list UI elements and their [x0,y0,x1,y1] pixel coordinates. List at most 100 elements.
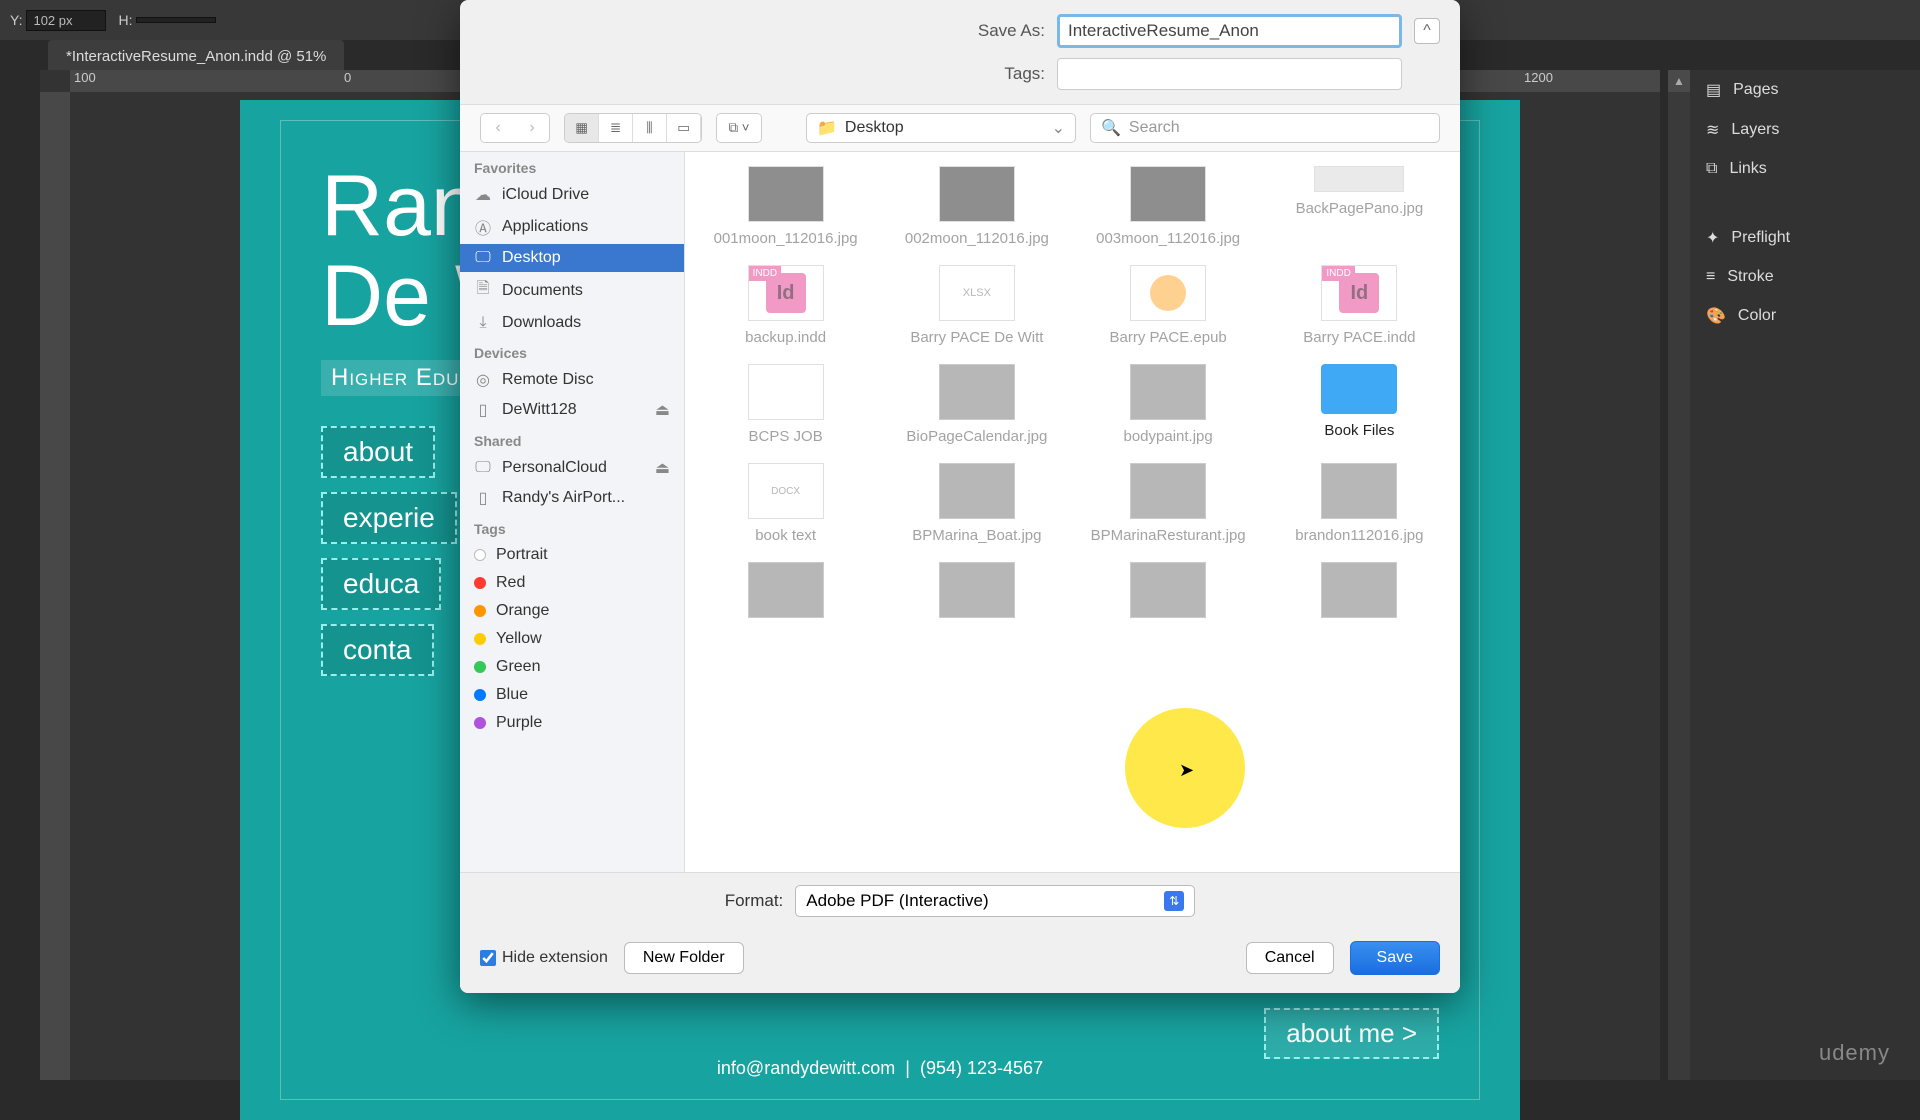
file-name: 003moon_112016.jpg [1096,230,1240,247]
group-button[interactable]: ⧉ ˅ [717,114,761,142]
file-thumbnail: DOCX [748,463,824,519]
format-dropdown[interactable]: Adobe PDF (Interactive) ⇅ [795,885,1195,917]
file-item[interactable]: BCPS JOB [695,364,876,445]
panel-stroke[interactable]: ≡Stroke [1690,258,1920,296]
file-item[interactable]: bodypaint.jpg [1078,364,1259,445]
collapse-button[interactable]: ^ [1414,18,1440,44]
scrollbar-vertical[interactable]: ▲ [1668,70,1690,1080]
file-item[interactable] [695,562,876,626]
file-item[interactable]: 002moon_112016.jpg [886,166,1067,247]
file-item[interactable]: brandon112016.jpg [1269,463,1450,544]
file-name: Barry PACE.indd [1303,329,1415,346]
udemy-watermark: udemy [1819,1040,1890,1066]
tag-dot-icon [474,717,486,729]
downloads-icon: ⤓ [474,314,492,332]
file-item[interactable]: 003moon_112016.jpg [1078,166,1259,247]
sidebar-documents[interactable]: 🗎Documents [460,272,684,309]
save-button[interactable]: Save [1350,941,1440,975]
eject-icon[interactable]: ⏏ [655,458,670,478]
sidebar-dewitt128[interactable]: ▯DeWitt128⏏ [460,395,684,425]
file-item[interactable]: BPMarinaResturant.jpg [1078,463,1259,544]
file-item[interactable]: Barry PACE.epub [1078,265,1259,346]
sidebar-icloud[interactable]: ☁︎iCloud Drive [460,180,684,210]
nav-experience[interactable]: experie [321,492,457,544]
tag-label: Portrait [496,546,548,564]
file-name: Book Files [1324,422,1394,439]
hide-extension-checkbox[interactable]: Hide extension [480,949,608,967]
eject-icon[interactable]: ⏏ [655,400,670,420]
nav-education[interactable]: educa [321,558,441,610]
h-value[interactable] [136,17,216,23]
file-thumbnail [1130,364,1206,420]
file-item[interactable]: XLSXBarry PACE De Witt [886,265,1067,346]
browser-toolbar: ‹ › ▦ ≣ ⫼ ▭ ⧉ ˅ 📁 Desktop ⌄ 🔍 Search [460,104,1460,152]
sidebar-tag[interactable]: Portrait [460,541,684,569]
search-input[interactable]: 🔍 Search [1090,113,1440,143]
tag-dot-icon [474,633,486,645]
sidebar-desktop[interactable]: 🖵Desktop [460,244,684,272]
cancel-button[interactable]: Cancel [1246,942,1334,974]
save-as-input[interactable] [1057,14,1402,48]
file-name: Barry PACE.epub [1109,329,1226,346]
cloud-icon: ☁︎ [474,185,492,205]
panel-pages[interactable]: ▤Pages [1690,70,1920,110]
file-name: 002moon_112016.jpg [905,230,1049,247]
panel-preflight[interactable]: ✦Preflight [1690,218,1920,258]
file-thumbnail [1321,562,1397,618]
file-name: bodypaint.jpg [1124,428,1213,445]
location-dropdown[interactable]: 📁 Desktop ⌄ [806,113,1076,143]
nav-about[interactable]: about [321,426,435,478]
file-item[interactable] [886,562,1067,626]
sidebar-tag[interactable]: Yellow [460,625,684,653]
tag-dot-icon [474,549,486,561]
file-grid[interactable]: 001moon_112016.jpg 002moon_112016.jpg 003m… [685,152,1460,872]
forward-button[interactable]: › [515,114,549,142]
file-item[interactable]: BackPagePano.jpg [1269,166,1450,247]
file-item[interactable]: BPMarina_Boat.jpg [886,463,1067,544]
list-view-button[interactable]: ≣ [599,114,633,142]
y-value[interactable]: 102 px [26,10,106,31]
file-item[interactable]: BioPageCalendar.jpg [886,364,1067,445]
file-item[interactable]: Idbackup.indd [695,265,876,346]
panels-dock: ▤Pages ≋Layers ⧉Links ✦Preflight ≡Stroke… [1690,70,1920,1080]
panel-layers[interactable]: ≋Layers [1690,110,1920,150]
back-button[interactable]: ‹ [481,114,515,142]
scroll-up-icon[interactable]: ▲ [1668,70,1690,92]
sidebar-personalcloud[interactable]: 🖵PersonalCloud⏏ [460,453,684,483]
file-item[interactable]: Book Files [1269,364,1450,445]
devices-heading: Devices [460,337,684,365]
file-name: BPMarinaResturant.jpg [1091,527,1246,544]
panel-links[interactable]: ⧉Links [1690,150,1920,188]
new-folder-button[interactable]: New Folder [624,942,744,974]
file-thumbnail: XLSX [939,265,1015,321]
about-me-button[interactable]: about me > [1264,1008,1439,1059]
search-icon: 🔍 [1101,118,1121,138]
file-item[interactable]: 001moon_112016.jpg [695,166,876,247]
sidebar-applications[interactable]: ⒶApplications [460,210,684,244]
document-tab[interactable]: *InteractiveResume_Anon.indd @ 51% [48,40,344,73]
nav-contact[interactable]: conta [321,624,434,676]
sidebar-tag[interactable]: Orange [460,597,684,625]
file-item[interactable]: IdBarry PACE.indd [1269,265,1450,346]
file-name: backup.indd [745,329,826,346]
column-view-button[interactable]: ⫼ [633,114,667,142]
file-item[interactable] [1078,562,1259,626]
sidebar-tag[interactable]: Purple [460,709,684,737]
sidebar-tag[interactable]: Blue [460,681,684,709]
coverflow-view-button[interactable]: ▭ [667,114,701,142]
icon-view-button[interactable]: ▦ [565,114,599,142]
file-item[interactable]: DOCXbook text [695,463,876,544]
links-icon: ⧉ [1706,160,1717,178]
folder-icon: 📁 [817,118,837,138]
tag-label: Purple [496,714,542,732]
sidebar-downloads[interactable]: ⤓Downloads [460,309,684,337]
sidebar-remote-disc[interactable]: ◎Remote Disc [460,365,684,395]
sidebar-airport[interactable]: ▯Randy's AirPort... [460,483,684,513]
sidebar-tag[interactable]: Green [460,653,684,681]
y-label: Y: [10,12,22,28]
tags-input[interactable] [1057,58,1402,90]
file-thumbnail [1314,166,1404,192]
panel-color[interactable]: 🎨Color [1690,296,1920,336]
sidebar-tag[interactable]: Red [460,569,684,597]
file-item[interactable] [1269,562,1450,626]
